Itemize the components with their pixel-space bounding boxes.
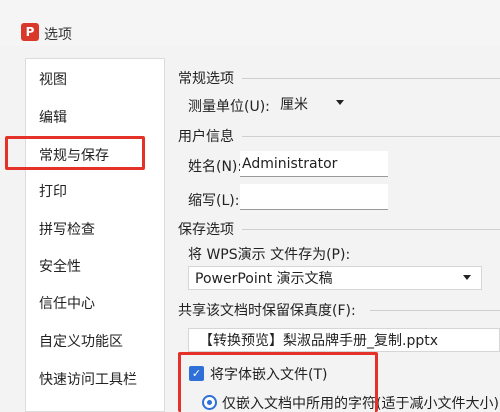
unit-select[interactable]: 厘米	[274, 92, 354, 116]
sidebar-item-view[interactable]: 视图	[39, 69, 67, 89]
sidebar-item-quick-access[interactable]: 快速访问工具栏	[39, 369, 137, 389]
sidebar-item-trust-center[interactable]: 信任中心	[39, 293, 95, 313]
embed-fonts-label: 将字体嵌入文件(T)	[210, 367, 328, 383]
options-sidebar: 视图 编辑 常规与保存 打印 拼写检查 安全性 信任中心 自定义功能区 快速访问…	[25, 58, 165, 412]
unit-label: 测量单位(U):	[188, 99, 270, 115]
section-divider	[242, 78, 500, 79]
name-label: 姓名(N):	[188, 159, 243, 175]
save-format-select[interactable]: PowerPoint 演示文稿	[188, 266, 482, 290]
sidebar-item-customize-ribbon[interactable]: 自定义功能区	[39, 331, 123, 351]
save-section-title: 保存选项	[178, 222, 234, 238]
save-as-label: 将 WPS演示 文件存为(P):	[188, 247, 351, 263]
user-info-section-title: 用户信息	[178, 129, 234, 145]
name-field[interactable]: Administrator	[240, 151, 388, 177]
chevron-down-icon	[336, 100, 344, 105]
unit-select-value: 厘米	[280, 97, 308, 113]
initials-label: 缩写(L):	[188, 193, 240, 209]
section-divider	[242, 229, 500, 230]
fidelity-document-value: 【转换预览】梨淑品牌手册_复制.pptx	[199, 333, 438, 349]
save-format-value: PowerPoint 演示文稿	[195, 271, 333, 287]
sidebar-item-edit[interactable]: 编辑	[39, 107, 67, 127]
section-divider	[242, 136, 500, 137]
sharing-section-title: 共享该文档时保留保真度(F):	[178, 303, 356, 319]
app-logo-icon: P	[21, 23, 39, 41]
initials-field[interactable]	[240, 184, 388, 210]
chevron-down-icon	[463, 275, 471, 280]
fidelity-document-select[interactable]: 【转换预览】梨淑品牌手册_复制.pptx	[188, 328, 500, 352]
window-title: 选项	[44, 27, 72, 43]
embed-fonts-checkbox[interactable]: ✓	[189, 366, 204, 381]
embed-used-chars-label: 仅嵌入文档中所用的字符(适于减小文件大小)(I)	[222, 396, 500, 412]
sidebar-item-spelling[interactable]: 拼写检查	[39, 219, 95, 239]
options-main-panel: 常规选项 测量单位(U): 厘米 用户信息 姓名(N): Administrat…	[170, 58, 500, 412]
general-section-title: 常规选项	[178, 71, 234, 87]
sidebar-item-security[interactable]: 安全性	[39, 256, 81, 276]
title-bar: P 选项	[0, 0, 500, 46]
section-divider	[370, 310, 500, 311]
embed-used-chars-radio[interactable]	[202, 395, 217, 410]
sidebar-item-print[interactable]: 打印	[39, 181, 67, 201]
sidebar-item-general-save[interactable]: 常规与保存	[39, 145, 109, 165]
